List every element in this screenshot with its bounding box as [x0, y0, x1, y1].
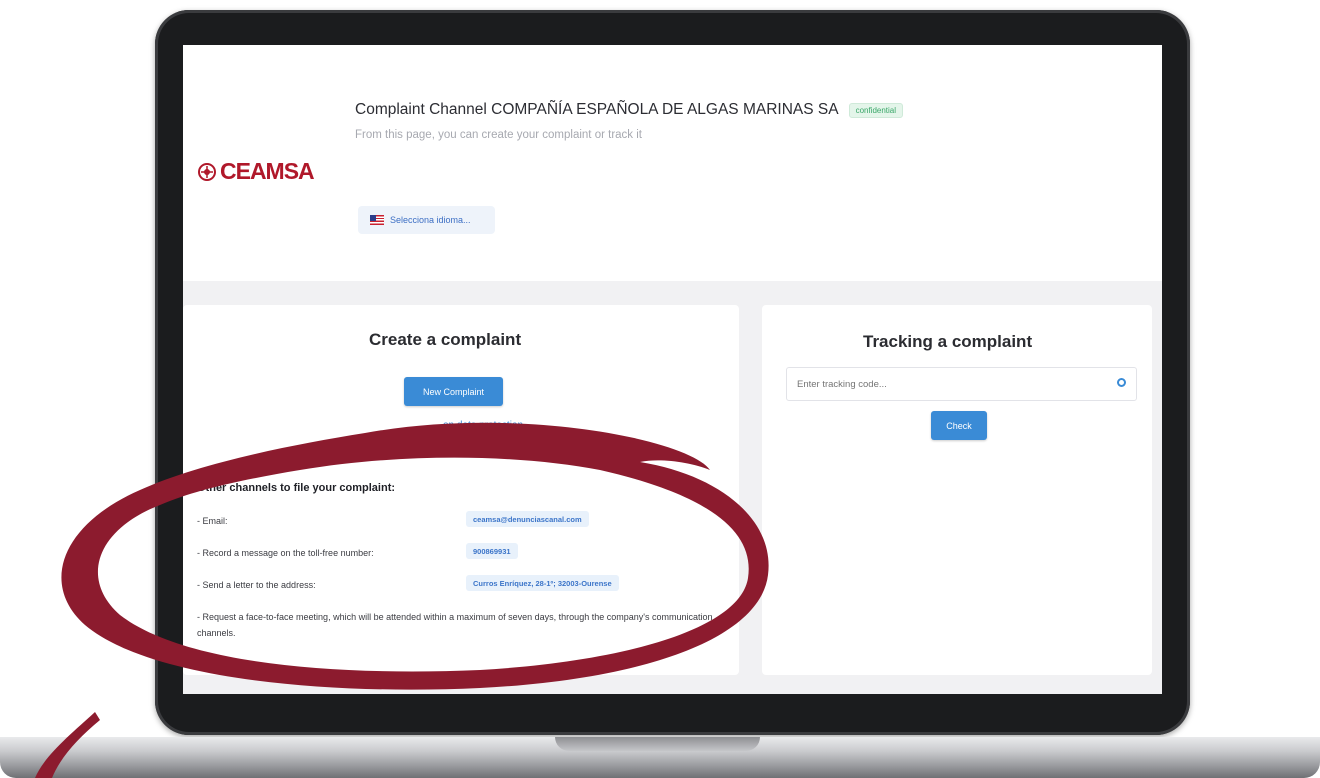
- other-channels-heading: Other channels to file your complaint:: [197, 482, 396, 494]
- company-logo: CEAMSA: [197, 158, 315, 185]
- phone-value[interactable]: 900869931: [466, 543, 518, 559]
- title-row: Complaint Channel COMPAÑÍA ESPAÑOLA DE A…: [355, 101, 904, 119]
- check-button[interactable]: Check: [931, 411, 987, 440]
- laptop-notch: [555, 737, 760, 751]
- page-subtitle: From this page, you can create your comp…: [355, 129, 642, 141]
- logo-text: CEAMSA: [220, 158, 315, 184]
- search-icon[interactable]: [1117, 378, 1126, 387]
- page-header: CEAMSA Complaint Channel COMPAÑÍA ESPAÑO…: [183, 45, 1162, 281]
- meeting-text: - Request a face-to-face meeting, which …: [197, 612, 713, 638]
- create-complaint-card: Create a complaint New Complaint on data…: [183, 305, 739, 675]
- email-value[interactable]: ceamsa@denunciascanal.com: [466, 511, 589, 527]
- data-protection-link[interactable]: on data protection: [443, 420, 523, 431]
- tracking-complaint-title: Tracking a complaint: [863, 332, 1033, 351]
- language-selector-label: Selecciona idioma...: [390, 215, 471, 225]
- us-flag-icon: [370, 215, 384, 225]
- page-title: Complaint Channel COMPAÑÍA ESPAÑOLA DE A…: [355, 101, 839, 118]
- email-label: - Email:: [197, 516, 228, 526]
- tracking-code-input[interactable]: [786, 367, 1137, 401]
- address-value[interactable]: Curros Enríquez, 28-1º; 32003-Ourense: [466, 575, 619, 591]
- confidential-badge: confidential: [848, 102, 904, 118]
- tracking-complaint-card: Tracking a complaint Check: [762, 305, 1152, 675]
- new-complaint-button[interactable]: New Complaint: [404, 377, 503, 406]
- phone-label: - Record a message on the toll-free numb…: [197, 548, 374, 558]
- browser-screen: CEAMSA Complaint Channel COMPAÑÍA ESPAÑO…: [183, 45, 1162, 694]
- create-complaint-title: Create a complaint: [369, 330, 522, 349]
- address-label: - Send a letter to the address:: [197, 580, 316, 590]
- language-selector[interactable]: Selecciona idioma...: [358, 206, 495, 234]
- ceamsa-logo-icon: [198, 162, 216, 181]
